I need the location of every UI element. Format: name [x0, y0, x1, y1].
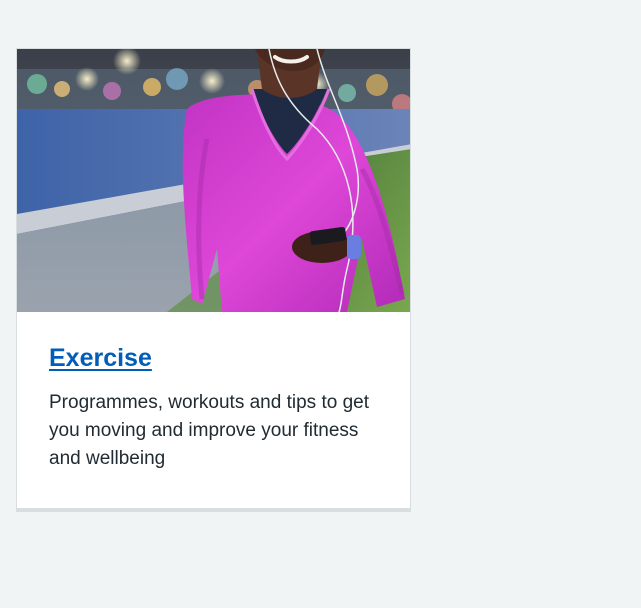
card-title: Exercise [49, 342, 378, 375]
card-description: Programmes, workouts and tips to get you… [49, 391, 369, 469]
card-content: Exercise Programmes, workouts and tips t… [17, 312, 410, 473]
exercise-card[interactable]: Exercise Programmes, workouts and tips t… [16, 48, 411, 512]
card-image [17, 49, 410, 312]
exercise-link[interactable]: Exercise [49, 344, 152, 372]
